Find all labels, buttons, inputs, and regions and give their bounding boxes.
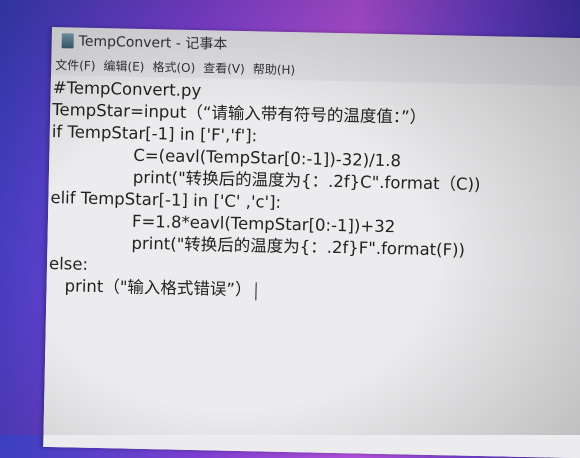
menu-view[interactable]: 查看(V) [203,59,245,77]
menu-file[interactable]: 文件(F) [55,56,96,74]
menu-format[interactable]: 格式(O) [152,58,195,76]
menu-edit[interactable]: 编辑(E) [103,57,144,75]
notepad-window: TempConvert - 记事本 文件(F) 编辑(E) 格式(O) 查看(V… [43,27,580,458]
code-line-text: print（"输入格式错误”） [64,276,252,300]
notepad-icon [61,32,74,48]
text-editor[interactable]: #TempConvert.py TempStar=input（“请输入带有符号的… [43,74,580,458]
menu-help[interactable]: 帮助(H) [253,60,296,78]
text-caret [255,281,257,300]
window-title: TempConvert - 记事本 [78,33,228,53]
